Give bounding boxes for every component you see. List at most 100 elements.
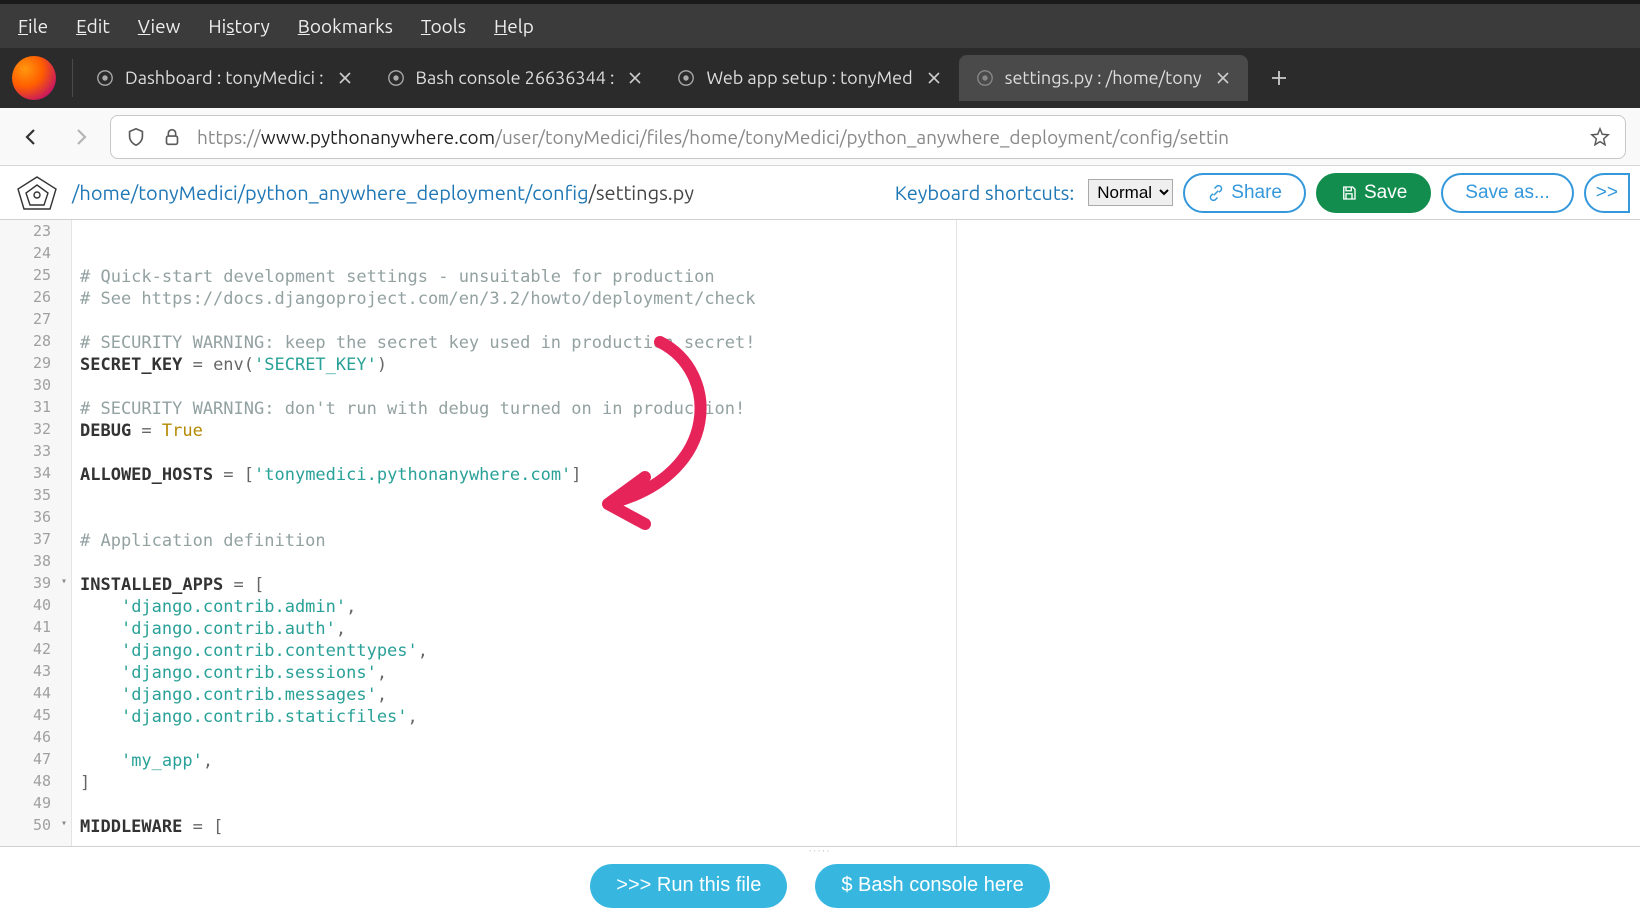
url-text: https://www.pythonanywhere.com/user/tony… xyxy=(197,126,1575,148)
pythonanywhere-favicon-icon xyxy=(386,68,406,88)
code-line xyxy=(72,508,756,530)
code-line: 'django.contrib.staticfiles', xyxy=(72,706,756,728)
editor[interactable]: 2324252627282930313233343536373839404142… xyxy=(0,220,1640,846)
keyboard-shortcuts-select[interactable]: Normal xyxy=(1088,179,1173,206)
bash-console-here-button[interactable]: $ Bash console here xyxy=(815,864,1049,908)
code-line: # Application definition xyxy=(72,530,756,552)
breadcrumb-user[interactable]: /tonyMedici xyxy=(131,181,238,204)
menu-file[interactable]: File xyxy=(4,9,62,43)
line-number: 25 xyxy=(0,266,71,288)
breadcrumb-project[interactable]: /python_anywhere_deployment xyxy=(238,181,525,204)
line-number: 29 xyxy=(0,354,71,376)
shield-icon xyxy=(125,126,147,148)
save-icon xyxy=(1340,184,1358,202)
line-number: 35 xyxy=(0,486,71,508)
tab-bash-console[interactable]: Bash console 26636344 : xyxy=(370,55,661,101)
line-number: 45 xyxy=(0,706,71,728)
line-number: 33 xyxy=(0,442,71,464)
line-number: 34 xyxy=(0,464,71,486)
firefox-logo-icon xyxy=(12,56,56,100)
save-button[interactable]: Save xyxy=(1316,173,1431,213)
code-line: 'django.contrib.admin', xyxy=(72,596,756,618)
pythonanywhere-favicon-icon xyxy=(676,68,696,88)
code-area[interactable]: # Quick-start development settings - uns… xyxy=(72,220,756,846)
nav-toolbar: https://www.pythonanywhere.com/user/tony… xyxy=(0,108,1640,166)
firefox-menubar: File Edit View History Bookmarks Tools H… xyxy=(0,4,1640,48)
menu-history[interactable]: History xyxy=(194,9,283,43)
url-bar[interactable]: https://www.pythonanywhere.com/user/tony… xyxy=(110,115,1626,159)
code-line: # SECURITY WARNING: keep the secret key … xyxy=(72,332,756,354)
code-line xyxy=(72,794,756,816)
close-tab-icon[interactable] xyxy=(334,67,356,89)
share-button[interactable]: Share xyxy=(1183,173,1306,213)
divider xyxy=(72,59,73,97)
bookmark-star-icon[interactable] xyxy=(1589,126,1611,148)
save-as-button[interactable]: Save as... xyxy=(1441,173,1574,213)
code-line xyxy=(72,244,756,266)
page-content: /home/tonyMedici/python_anywhere_deploym… xyxy=(0,166,1640,924)
code-line: 'django.contrib.messages', xyxy=(72,684,756,706)
code-line: # See https://docs.djangoproject.com/en/… xyxy=(72,288,756,310)
code-line: 'my_app', xyxy=(72,750,756,772)
line-number: 50 xyxy=(0,816,71,838)
code-line: MIDDLEWARE = [ xyxy=(72,816,756,838)
line-number: 37 xyxy=(0,530,71,552)
code-line xyxy=(72,442,756,464)
code-line: 'django.contrib.sessions', xyxy=(72,662,756,684)
tab-label: Web app setup : tonyMed xyxy=(706,68,912,88)
close-tab-icon[interactable] xyxy=(923,67,945,89)
code-line: # Quick-start development settings - uns… xyxy=(72,266,756,288)
line-number: 24 xyxy=(0,244,71,266)
menu-tools[interactable]: Tools xyxy=(407,9,480,43)
close-tab-icon[interactable] xyxy=(1212,67,1234,89)
line-number: 31 xyxy=(0,398,71,420)
menu-bookmarks[interactable]: Bookmarks xyxy=(284,9,407,43)
line-number: 39 xyxy=(0,574,71,596)
keyboard-shortcuts-label: Keyboard shortcuts: xyxy=(895,181,1075,204)
line-number: 43 xyxy=(0,662,71,684)
tab-web-app-setup[interactable]: Web app setup : tonyMed xyxy=(660,55,958,101)
line-gutter: 2324252627282930313233343536373839404142… xyxy=(0,220,72,846)
tab-dashboard[interactable]: Dashboard : tonyMedici : xyxy=(79,55,370,101)
lock-icon xyxy=(161,126,183,148)
code-line: ALLOWED_HOSTS = ['tonymedici.pythonanywh… xyxy=(72,464,756,486)
more-button[interactable]: >> xyxy=(1584,173,1630,213)
breadcrumb: /home/tonyMedici/python_anywhere_deploym… xyxy=(72,181,694,204)
code-line xyxy=(72,310,756,332)
line-number: 48 xyxy=(0,772,71,794)
line-number: 32 xyxy=(0,420,71,442)
tab-label: Bash console 26636344 : xyxy=(416,68,615,88)
breadcrumb-home[interactable]: /home xyxy=(72,181,131,204)
line-number: 38 xyxy=(0,552,71,574)
code-line: DEBUG = True xyxy=(72,420,756,442)
breadcrumb-config[interactable]: /config xyxy=(525,181,589,204)
menu-help[interactable]: Help xyxy=(480,9,548,43)
editor-header: /home/tonyMedici/python_anywhere_deploym… xyxy=(0,166,1640,220)
code-line: 'django.contrib.contenttypes', xyxy=(72,640,756,662)
code-line xyxy=(72,728,756,750)
line-number: 44 xyxy=(0,684,71,706)
close-tab-icon[interactable] xyxy=(624,67,646,89)
pythonanywhere-favicon-icon xyxy=(95,68,115,88)
new-tab-button[interactable] xyxy=(1260,59,1298,97)
code-line: ] xyxy=(72,772,756,794)
bottom-action-bar: >>> Run this file $ Bash console here xyxy=(0,846,1640,924)
back-button[interactable] xyxy=(14,119,50,155)
tab-strip: Dashboard : tonyMedici : Bash console 26… xyxy=(0,48,1640,108)
code-line: 'django.contrib.auth', xyxy=(72,618,756,640)
run-file-button[interactable]: >>> Run this file xyxy=(590,864,787,908)
tab-settings-py[interactable]: settings.py : /home/tony xyxy=(959,55,1248,101)
breadcrumb-file: /settings.py xyxy=(589,181,694,204)
forward-button[interactable] xyxy=(62,119,98,155)
code-line: SECRET_KEY = env('SECRET_KEY') xyxy=(72,354,756,376)
code-line xyxy=(72,222,756,244)
pythonanywhere-favicon-icon xyxy=(975,68,995,88)
pythonanywhere-logo-icon[interactable] xyxy=(12,173,62,213)
menu-edit[interactable]: Edit xyxy=(62,9,124,43)
line-number: 46 xyxy=(0,728,71,750)
desktop-panel xyxy=(0,0,1640,4)
menu-view[interactable]: View xyxy=(124,9,195,43)
code-line xyxy=(72,486,756,508)
code-line: # SECURITY WARNING: don't run with debug… xyxy=(72,398,756,420)
line-number: 40 xyxy=(0,596,71,618)
